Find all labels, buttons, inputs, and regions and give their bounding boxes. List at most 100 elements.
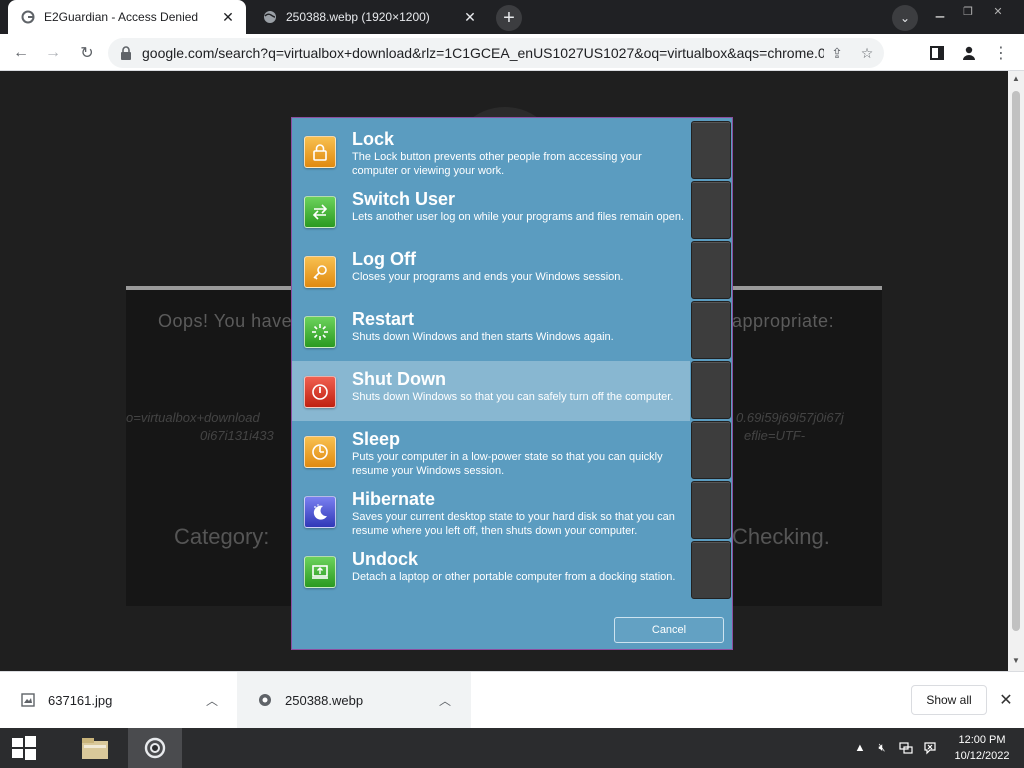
side-button-hibernate[interactable] [691,481,731,539]
close-window-button[interactable]: ✕ [984,0,1012,22]
start-button[interactable] [0,728,48,768]
lock-icon [120,46,134,60]
side-button-switch-user[interactable] [691,181,731,239]
scrollbar-thumb[interactable] [1012,91,1020,631]
blocked-url-fragment: 0.69i59j69i57j0i67j [736,410,844,425]
action-center-icon[interactable] [922,740,938,756]
menu-item-description: Puts your computer in a low-power state … [352,451,663,477]
clock-date: 10/12/2022 [954,750,1010,762]
cancel-button[interactable]: Cancel [614,617,724,643]
file-explorer-button[interactable] [76,728,114,768]
download-item[interactable]: 250388.webp ︿ [237,672,471,728]
blocked-url-fragment: eflie=UTF- [744,428,806,443]
clock-time: 12:00 PM [958,734,1006,746]
menu-item-title: Log Off [352,249,416,269]
share-icon[interactable]: ⇪ [824,40,850,66]
chevron-up-icon[interactable]: ︿ [204,692,220,708]
menu-item-restart[interactable]: Restart Shuts down Windows and then star… [292,301,690,361]
chrome-file-icon [257,692,273,708]
address-bar[interactable]: google.com/search?q=virtualbox+download&… [108,38,884,68]
menu-item-description: Shuts down Windows so that you can safel… [352,391,674,403]
menu-item-description: Detach a laptop or other portable comput… [352,571,676,583]
scroll-down-icon[interactable]: ▼ [1012,657,1020,665]
menu-item-title: Restart [352,309,415,329]
menu-item-title: Undock [352,549,419,569]
menu-item-undock[interactable]: Undock Detach a laptop or other portable… [292,541,690,601]
undock-icon [304,556,336,588]
chevron-up-icon[interactable]: ︿ [437,692,453,708]
google-g-icon [20,9,36,25]
menu-item-description: Shuts down Windows and then starts Windo… [352,331,614,343]
scroll-up-icon[interactable]: ▲ [1012,75,1020,83]
page-scrollbar[interactable]: ▲ ▼ [1008,71,1024,671]
side-button-shut-down[interactable] [691,361,731,419]
category-label: Category: [174,524,270,549]
power-icon [304,376,336,408]
tab-search-button[interactable]: ⌄ [892,5,918,31]
menu-item-log-off[interactable]: Log Off Closes your programs and ends yo… [292,241,690,301]
tab-title: 250388.webp (1920×1200) [286,10,430,24]
back-arrow-icon[interactable]: ← [8,40,34,66]
menu-item-title: Hibernate [352,489,436,509]
blocked-url-fragment: 0i67i131i433 [200,428,274,443]
denied-message-left: Oops! You have [158,311,293,331]
moon-icon [304,496,336,528]
switch-user-icon [304,196,336,228]
menu-item-title: Sleep [352,429,401,449]
menu-item-description: Lets another user log on while your prog… [352,211,685,223]
star-icon[interactable]: ☆ [854,40,880,66]
side-button-lock[interactable] [691,121,731,179]
close-tab-icon[interactable]: ✕ [218,7,238,27]
download-shelf: 637161.jpg ︿ 250388.webp ︿ Show all ✕ [0,671,1024,728]
side-panel-icon[interactable] [924,40,950,66]
menu-item-description: The Lock button prevents other people fr… [352,151,642,177]
download-item[interactable]: 637161.jpg ︿ [0,672,236,728]
url-text: google.com/search?q=virtualbox+download&… [142,45,824,61]
tab-title: E2Guardian - Access Denied [44,10,199,24]
side-button-log-off[interactable] [691,241,731,299]
taskbar: ▲ 🔇︎ 12:00 PM 10/12/2022 [0,728,1024,768]
show-hidden-icons-icon[interactable]: ▲ [852,740,868,756]
tab-strip: E2Guardian - Access Denied ✕ 250388.webp… [0,0,1024,34]
chrome-taskbar-button[interactable] [128,728,182,768]
new-tab-button[interactable]: + [496,5,522,31]
close-shelf-icon[interactable]: ✕ [996,690,1016,710]
menu-item-sleep[interactable]: Sleep Puts your computer in a low-power … [292,421,690,481]
reload-icon[interactable]: ↻ [74,40,100,66]
side-button-undock[interactable] [691,541,731,599]
globe-icon [262,9,278,25]
system-clock[interactable]: 12:00 PM 10/12/2022 [944,732,1020,764]
image-file-icon [20,692,36,708]
tab-e2guardian[interactable]: E2Guardian - Access Denied ✕ [8,0,246,34]
menu-item-title: Lock [352,129,395,149]
menu-item-shut-down[interactable]: Shut Down Shuts down Windows so that you… [292,361,690,421]
side-button-restart[interactable] [691,301,731,359]
forward-arrow-icon[interactable]: → [40,40,66,66]
menu-item-title: Switch User [352,189,456,209]
denied-message-right: appropriate: [732,311,835,331]
menu-item-hibernate[interactable]: Hibernate Saves your current desktop sta… [292,481,690,541]
network-icon[interactable] [898,740,914,756]
file-explorer-icon [82,738,108,759]
profile-icon[interactable] [956,40,982,66]
volume-muted-icon[interactable]: 🔇︎ [874,740,890,756]
menu-item-description: Saves your current desktop state to your… [352,511,675,537]
restart-icon [304,316,336,348]
menu-item-lock[interactable]: Lock The Lock button prevents other peop… [292,121,690,181]
windows-icon [12,736,36,760]
shutdown-options-dialog: Lock The Lock button prevents other peop… [291,117,733,650]
minimize-button[interactable]: ▁ [926,0,954,22]
key-icon [304,256,336,288]
browser-toolbar: ← → ↻ google.com/search?q=virtualbox+dow… [0,34,1024,71]
kebab-menu-icon[interactable]: ⋮ [988,40,1014,66]
restore-button[interactable]: ❐ [954,0,982,22]
chrome-icon [144,737,166,759]
tab-250388-webp[interactable]: 250388.webp (1920×1200) ✕ [250,0,488,34]
menu-item-switch-user[interactable]: Switch User Lets another user log on whi… [292,181,690,241]
show-all-button[interactable]: Show all [911,685,987,715]
side-button-sleep[interactable] [691,421,731,479]
category-value: Checking. [732,524,830,549]
menu-item-description: Closes your programs and ends your Windo… [352,271,624,283]
close-tab-icon[interactable]: ✕ [460,7,480,27]
blocked-url-fragment: o=virtualbox+download [126,410,260,425]
